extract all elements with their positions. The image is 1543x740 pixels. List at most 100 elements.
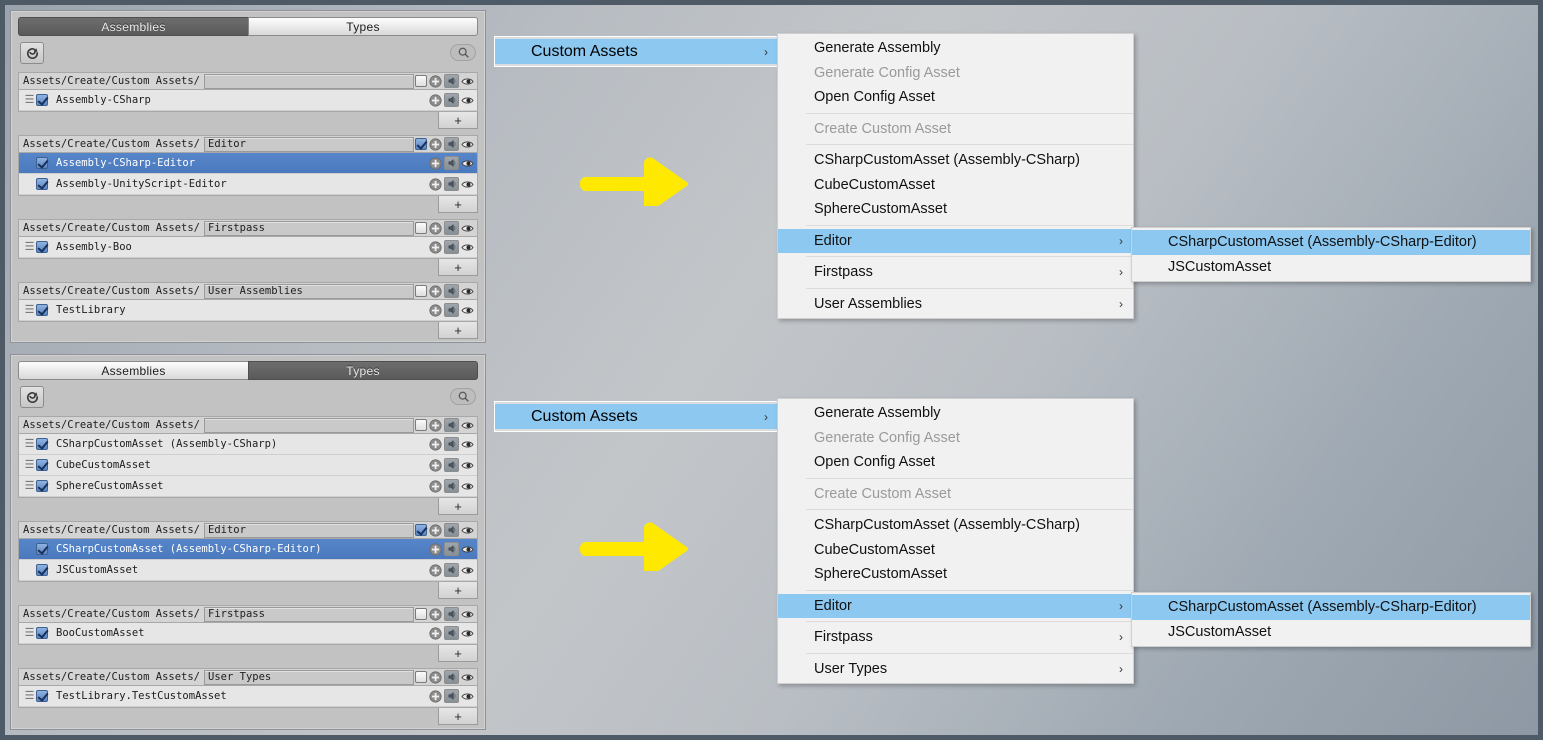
add-circle-icon[interactable] xyxy=(429,74,442,88)
path-checkbox[interactable] xyxy=(415,419,427,431)
list-item[interactable]: ☰ TestLibrary.TestCustomAsset xyxy=(19,686,477,707)
menu-item[interactable]: Generate Assembly xyxy=(778,36,1133,61)
script-icon[interactable] xyxy=(444,542,459,556)
eye-icon[interactable] xyxy=(461,480,474,493)
list-item[interactable]: JSCustomAsset xyxy=(19,560,477,581)
add-circle-icon[interactable] xyxy=(429,607,442,621)
list-item[interactable]: Assembly-UnityScript-Editor xyxy=(19,174,477,195)
script-icon[interactable] xyxy=(444,458,459,472)
submenu-item[interactable]: JSCustomAsset xyxy=(1132,255,1530,280)
menu-item[interactable]: CubeCustomAsset xyxy=(778,538,1133,563)
drag-handle-icon[interactable]: ☰ xyxy=(23,459,36,471)
row-checkbox[interactable] xyxy=(36,241,48,253)
add-circle-icon[interactable] xyxy=(429,542,442,556)
menu-item[interactable]: Firstpass › xyxy=(778,260,1133,285)
add-entry-button[interactable]: + xyxy=(438,322,478,339)
eye-icon[interactable] xyxy=(461,222,474,235)
row-checkbox[interactable] xyxy=(36,438,48,450)
script-icon[interactable] xyxy=(444,177,459,191)
add-circle-icon[interactable] xyxy=(429,221,442,235)
list-item[interactable]: ☰ CSharpCustomAsset (Assembly-CSharp) xyxy=(19,434,477,455)
eye-icon[interactable] xyxy=(461,157,474,170)
script-icon[interactable] xyxy=(444,437,459,451)
script-icon[interactable] xyxy=(444,74,459,88)
menu-item-custom-assets[interactable]: Custom Assets › xyxy=(495,404,778,429)
script-icon[interactable] xyxy=(444,670,459,684)
menu-item[interactable]: SphereCustomAsset xyxy=(778,562,1133,587)
eye-icon[interactable] xyxy=(461,524,474,537)
drag-handle-icon[interactable]: ☰ xyxy=(23,304,36,316)
path-checkbox[interactable] xyxy=(415,608,427,620)
add-circle-icon[interactable] xyxy=(429,156,442,170)
script-icon[interactable] xyxy=(444,303,459,317)
add-circle-icon[interactable] xyxy=(429,437,442,451)
list-item[interactable]: ☰ BooCustomAsset xyxy=(19,623,477,644)
menu-item[interactable]: Editor › xyxy=(778,228,1133,253)
eye-icon[interactable] xyxy=(461,438,474,451)
tab-assemblies[interactable]: Assemblies xyxy=(18,17,248,36)
add-circle-icon[interactable] xyxy=(429,284,442,298)
add-entry-button[interactable]: + xyxy=(438,196,478,213)
menu-item[interactable]: CSharpCustomAsset (Assembly-CSharp) xyxy=(778,148,1133,173)
row-checkbox[interactable] xyxy=(36,564,48,576)
eye-icon[interactable] xyxy=(461,304,474,317)
script-icon[interactable] xyxy=(444,479,459,493)
eye-icon[interactable] xyxy=(461,419,474,432)
submenu-item[interactable]: CSharpCustomAsset (Assembly-CSharp-Edito… xyxy=(1132,230,1530,255)
add-circle-icon[interactable] xyxy=(429,670,442,684)
script-icon[interactable] xyxy=(444,607,459,621)
list-item[interactable]: ☰ TestLibrary xyxy=(19,300,477,321)
refresh-button[interactable] xyxy=(20,386,44,408)
row-checkbox[interactable] xyxy=(36,459,48,471)
search-button[interactable] xyxy=(450,44,476,61)
add-circle-icon[interactable] xyxy=(429,458,442,472)
add-circle-icon[interactable] xyxy=(429,689,442,703)
drag-handle-icon[interactable]: ☰ xyxy=(23,627,36,639)
drag-handle-icon[interactable]: ☰ xyxy=(23,438,36,450)
submenu-item[interactable]: CSharpCustomAsset (Assembly-CSharp-Edito… xyxy=(1132,595,1530,620)
menu-item[interactable]: User Assemblies › xyxy=(778,292,1133,317)
menu-item[interactable]: CSharpCustomAsset (Assembly-CSharp) xyxy=(778,513,1133,538)
path-checkbox[interactable] xyxy=(415,285,427,297)
script-icon[interactable] xyxy=(444,240,459,254)
submenu-item[interactable]: JSCustomAsset xyxy=(1132,620,1530,645)
add-circle-icon[interactable] xyxy=(429,418,442,432)
drag-handle-icon[interactable]: ☰ xyxy=(23,94,36,106)
eye-icon[interactable] xyxy=(461,75,474,88)
eye-icon[interactable] xyxy=(461,138,474,151)
eye-icon[interactable] xyxy=(461,543,474,556)
add-entry-button[interactable]: + xyxy=(438,498,478,515)
path-input[interactable]: User Assemblies xyxy=(204,283,414,299)
tab-types[interactable]: Types xyxy=(248,361,478,380)
eye-icon[interactable] xyxy=(461,285,474,298)
menu-item[interactable]: User Types › xyxy=(778,657,1133,682)
eye-icon[interactable] xyxy=(461,94,474,107)
list-item[interactable]: ☰ SphereCustomAsset xyxy=(19,476,477,497)
script-icon[interactable] xyxy=(444,418,459,432)
path-input[interactable]: Firstpass xyxy=(204,606,414,622)
menu-item-custom-assets[interactable]: Custom Assets › xyxy=(495,39,778,64)
path-input[interactable]: User Types xyxy=(204,669,414,685)
refresh-button[interactable] xyxy=(20,42,44,64)
script-icon[interactable] xyxy=(444,137,459,151)
script-icon[interactable] xyxy=(444,563,459,577)
eye-icon[interactable] xyxy=(461,178,474,191)
list-item[interactable]: Assembly-CSharp-Editor xyxy=(19,153,477,174)
menu-item[interactable]: CubeCustomAsset xyxy=(778,173,1133,198)
script-icon[interactable] xyxy=(444,93,459,107)
row-checkbox[interactable] xyxy=(36,480,48,492)
eye-icon[interactable] xyxy=(461,241,474,254)
drag-handle-icon[interactable]: ☰ xyxy=(23,241,36,253)
eye-icon[interactable] xyxy=(461,671,474,684)
add-entry-button[interactable]: + xyxy=(438,708,478,725)
add-circle-icon[interactable] xyxy=(429,523,442,537)
menu-item[interactable]: SphereCustomAsset xyxy=(778,197,1133,222)
path-input[interactable]: Editor xyxy=(204,522,414,538)
add-entry-button[interactable]: + xyxy=(438,112,478,129)
path-input[interactable]: Firstpass xyxy=(204,220,414,236)
path-checkbox[interactable] xyxy=(415,138,427,150)
script-icon[interactable] xyxy=(444,156,459,170)
script-icon[interactable] xyxy=(444,284,459,298)
add-entry-button[interactable]: + xyxy=(438,645,478,662)
add-circle-icon[interactable] xyxy=(429,240,442,254)
